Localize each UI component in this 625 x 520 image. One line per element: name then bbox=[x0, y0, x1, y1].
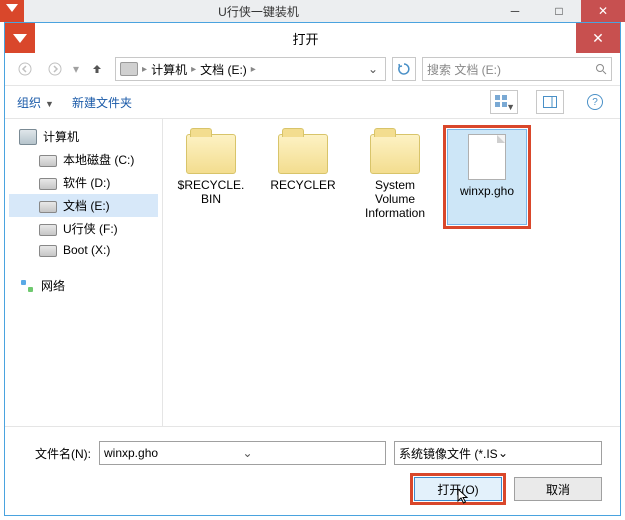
open-dialog: 打开 ✕ ▾ ▸ 计算机 ▸ 文档 (E:) ▸ ⌄ bbox=[4, 22, 621, 516]
file-label: winxp.gho bbox=[460, 184, 514, 198]
tree-root-network[interactable]: 网络 bbox=[9, 274, 158, 297]
chevron-down-icon: ▼ bbox=[45, 99, 54, 109]
parent-title-bar: U行侠一键装机 ─ □ ✕ bbox=[0, 0, 625, 22]
open-button[interactable]: 打开(O) bbox=[414, 477, 502, 501]
chevron-down-icon[interactable]: ⌄ bbox=[498, 446, 597, 460]
folder-icon bbox=[186, 134, 236, 174]
preview-pane-button[interactable] bbox=[536, 90, 564, 114]
tree-item[interactable]: U行侠 (F:) bbox=[9, 217, 158, 240]
chevron-down-icon[interactable]: ⌄ bbox=[243, 446, 382, 460]
folder-icon bbox=[278, 134, 328, 174]
tree-item-label: 软件 (D:) bbox=[63, 174, 110, 191]
drive-icon bbox=[39, 224, 57, 236]
nav-row: ▾ ▸ 计算机 ▸ 文档 (E:) ▸ ⌄ 搜索 文档 (E:) bbox=[5, 53, 620, 86]
help-icon: ? bbox=[587, 94, 603, 110]
organize-menu[interactable]: 组织 ▼ bbox=[17, 94, 54, 111]
computer-icon bbox=[19, 129, 37, 145]
filename-input[interactable]: winxp.gho ⌄ bbox=[99, 441, 386, 465]
file-label: $RECYCLE.BIN bbox=[176, 178, 246, 206]
search-icon bbox=[595, 63, 607, 75]
parent-minimize-button[interactable]: ─ bbox=[493, 0, 537, 22]
search-input[interactable]: 搜索 文档 (E:) bbox=[422, 57, 612, 81]
tree-item-label: Boot (X:) bbox=[63, 243, 110, 257]
tree-item[interactable]: 文档 (E:) bbox=[9, 194, 158, 217]
help-button[interactable]: ? bbox=[582, 91, 608, 113]
file-label: System Volume Information bbox=[360, 178, 430, 220]
search-placeholder: 搜索 文档 (E:) bbox=[427, 61, 595, 78]
parent-maximize-button[interactable]: □ bbox=[537, 0, 581, 22]
drive-icon bbox=[39, 178, 57, 190]
folder-icon bbox=[370, 134, 420, 174]
dialog-app-icon bbox=[5, 23, 35, 53]
toolbar: 组织 ▼ 新建文件夹 ▼ ? bbox=[5, 86, 620, 119]
dialog-close-button[interactable]: ✕ bbox=[576, 23, 620, 53]
cancel-button-label: 取消 bbox=[546, 481, 570, 498]
nav-up-button[interactable] bbox=[85, 57, 109, 81]
nav-tree: 计算机 本地磁盘 (C:) 软件 (D:) 文档 (E:) U行侠 (F:) Boot … bbox=[5, 119, 163, 426]
open-button-label: 打开(O) bbox=[437, 481, 478, 498]
tree-item-label: 文档 (E:) bbox=[63, 197, 110, 214]
breadcrumb-bar[interactable]: ▸ 计算机 ▸ 文档 (E:) ▸ ⌄ bbox=[115, 57, 386, 81]
folder-item[interactable]: $RECYCLE.BIN bbox=[171, 129, 251, 225]
refresh-button[interactable] bbox=[392, 57, 416, 81]
nav-back-button[interactable] bbox=[13, 57, 37, 81]
breadcrumb-segment[interactable]: 计算机 bbox=[151, 61, 187, 78]
filetype-value: 系统镜像文件 (*.ISO;*.GHO;*.WIM) bbox=[399, 445, 498, 462]
chevron-right-icon: ▸ bbox=[142, 64, 147, 75]
network-icon bbox=[19, 279, 35, 293]
dialog-title: 打开 bbox=[35, 29, 576, 48]
tree-root-label: 计算机 bbox=[43, 128, 79, 145]
drive-icon bbox=[39, 155, 57, 167]
file-list[interactable]: $RECYCLE.BIN RECYCLER System Volume Inform… bbox=[163, 119, 620, 426]
tree-item[interactable]: 本地磁盘 (C:) bbox=[9, 148, 158, 171]
folder-item[interactable]: System Volume Information bbox=[355, 129, 435, 225]
breadcrumb-dropdown[interactable]: ⌄ bbox=[365, 62, 381, 76]
filename-value: winxp.gho bbox=[104, 446, 243, 460]
parent-title: U行侠一键装机 bbox=[24, 3, 493, 20]
arrow-up-icon bbox=[91, 63, 103, 75]
dialog-title-bar: 打开 ✕ bbox=[5, 23, 620, 53]
arrow-left-icon bbox=[18, 62, 32, 76]
cancel-button[interactable]: 取消 bbox=[514, 477, 602, 501]
tree-item-label: 本地磁盘 (C:) bbox=[63, 151, 134, 168]
chevron-down-icon: ▼ bbox=[506, 102, 515, 112]
refresh-icon bbox=[397, 62, 411, 76]
tree-network-label: 网络 bbox=[41, 277, 65, 294]
filename-label: 文件名(N): bbox=[23, 445, 91, 462]
parent-app-icon bbox=[0, 0, 24, 22]
drive-icon bbox=[39, 201, 57, 213]
tree-item[interactable]: 软件 (D:) bbox=[9, 171, 158, 194]
filetype-dropdown[interactable]: 系统镜像文件 (*.ISO;*.GHO;*.WIM) ⌄ bbox=[394, 441, 602, 465]
organize-label: 组织 bbox=[17, 96, 41, 110]
preview-pane-icon bbox=[543, 96, 557, 108]
nav-forward-button[interactable] bbox=[43, 57, 67, 81]
dialog-body: 计算机 本地磁盘 (C:) 软件 (D:) 文档 (E:) U行侠 (F:) Boot … bbox=[5, 119, 620, 426]
parent-close-button[interactable]: ✕ bbox=[581, 0, 625, 22]
dialog-footer: 文件名(N): winxp.gho ⌄ 系统镜像文件 (*.ISO;*.GHO;… bbox=[5, 426, 620, 515]
drive-icon bbox=[39, 245, 57, 257]
folder-item[interactable]: RECYCLER bbox=[263, 129, 343, 225]
tree-root-computer[interactable]: 计算机 bbox=[9, 125, 158, 148]
drive-icon bbox=[120, 62, 138, 76]
tree-item-label: U行侠 (F:) bbox=[63, 220, 118, 237]
file-item[interactable]: winxp.gho bbox=[447, 129, 527, 225]
tree-item[interactable]: Boot (X:) bbox=[9, 240, 158, 260]
file-label: RECYCLER bbox=[270, 178, 335, 192]
breadcrumb-segment[interactable]: 文档 (E:) bbox=[200, 61, 247, 78]
chevron-right-icon: ▸ bbox=[251, 64, 256, 75]
nav-recent-dropdown[interactable]: ▾ bbox=[73, 62, 79, 76]
arrow-right-icon bbox=[48, 62, 62, 76]
view-options-button[interactable]: ▼ bbox=[490, 90, 518, 114]
chevron-right-icon: ▸ bbox=[191, 64, 196, 75]
new-folder-button[interactable]: 新建文件夹 bbox=[72, 94, 132, 111]
file-icon bbox=[468, 134, 506, 180]
